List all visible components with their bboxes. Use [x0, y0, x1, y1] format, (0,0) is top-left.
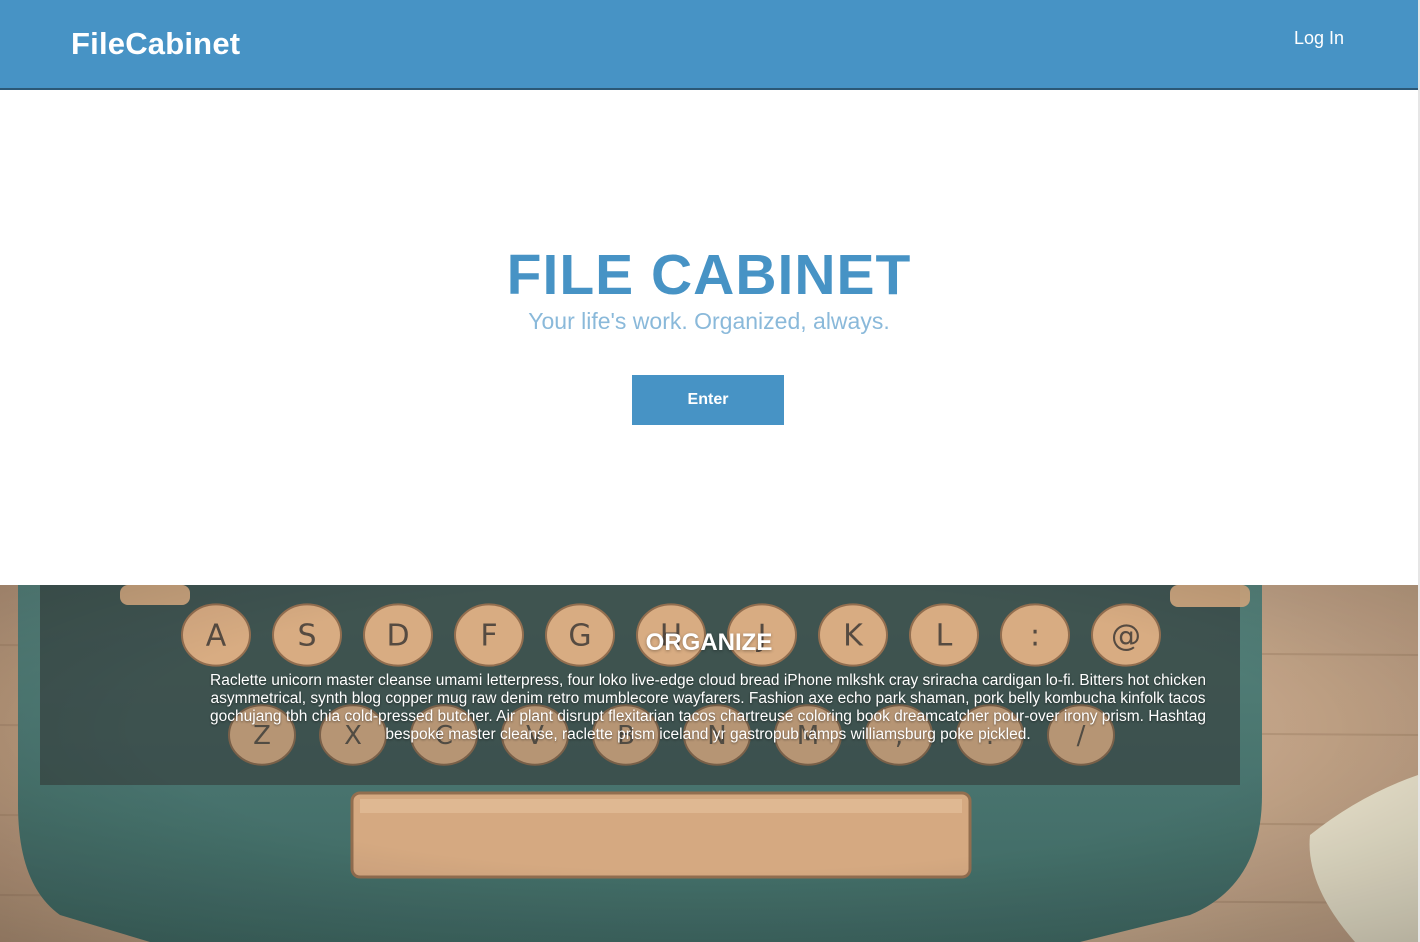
- enter-button[interactable]: Enter: [632, 375, 784, 425]
- organize-section: ASDFGHJKL:@ ZXCVBNM,./ ORGANIZE Raclette…: [0, 585, 1418, 942]
- hero-subtitle: Your life's work. Organized, always.: [528, 308, 890, 334]
- login-link[interactable]: Log In: [1294, 28, 1344, 49]
- hero-section: FILE CABINET Your life's work. Organized…: [0, 92, 1418, 585]
- organize-description: Raclette unicorn master cleanse umami le…: [210, 672, 1206, 743]
- brand-logo-link[interactable]: FileCabinet: [71, 26, 240, 62]
- navbar: FileCabinet Log In: [0, 0, 1418, 90]
- hero-title: FILE CABINET: [506, 243, 912, 307]
- organize-title: ORGANIZE: [645, 629, 773, 656]
- page: FileCabinet Log In FILE CABINET Your lif…: [0, 0, 1420, 942]
